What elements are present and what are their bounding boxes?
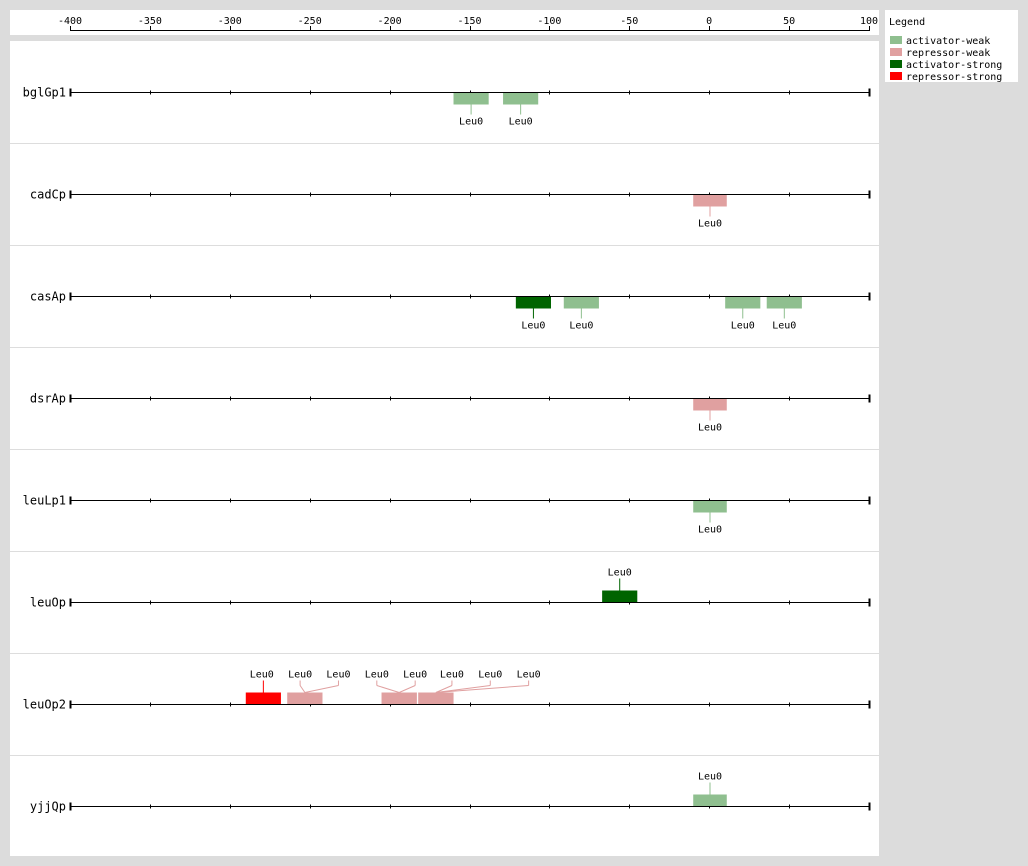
binding-site-label: Leu0 <box>509 117 533 128</box>
binding-site-label: Leu0 <box>478 670 502 681</box>
promoter-row: casAp Leu0 Leu0 Leu0 Leu0 <box>10 245 879 332</box>
ruler-tick-label: 100 <box>860 16 878 27</box>
binding-site-label: Leu0 <box>403 670 427 681</box>
ruler-tick-label: -100 <box>537 16 561 27</box>
binding-site-label: Leu0 <box>288 670 312 681</box>
promoter-row: dsrAp Leu0 <box>10 347 879 434</box>
site-leader-line <box>299 685 306 693</box>
binding-site-label: Leu0 <box>250 670 274 681</box>
binding-site-label: Leu0 <box>772 321 796 332</box>
binding-site-label: Leu0 <box>698 525 722 536</box>
ruler-tick-label: 50 <box>783 16 795 27</box>
legend-swatch <box>890 72 902 80</box>
promoter-row: leuOp Leu0 <box>10 551 879 610</box>
binding-site-box <box>766 297 802 309</box>
promoter-name: casAp <box>30 290 66 304</box>
legend-title: Legend <box>889 17 925 28</box>
legend: Legend activator-weak repressor-weak activ… <box>885 10 1018 83</box>
binding-site-box <box>381 692 417 704</box>
binding-site-box <box>418 692 454 704</box>
ruler-tick-label: 0 <box>706 16 712 27</box>
legend-items: Legend activator-weakrepressor-weakactiv… <box>889 17 1002 83</box>
binding-site-label: Leu0 <box>731 321 755 332</box>
legend-swatch <box>890 36 902 44</box>
promoter-name: cadCp <box>30 188 66 202</box>
promoter-name: leuOp <box>30 596 66 610</box>
legend-swatch <box>890 60 902 68</box>
binding-site-label: Leu0 <box>698 772 722 783</box>
ruler-panel: -400 -350 -300 -250 -200 -150 -100 -50 0 50 100 <box>10 10 879 35</box>
legend-label: repressor-weak <box>906 48 990 59</box>
legend-label: activator-strong <box>906 60 1002 71</box>
binding-site-box <box>693 195 727 207</box>
promoter-name: yjjQp <box>30 800 66 814</box>
binding-site-label: Leu0 <box>521 321 545 332</box>
binding-site-box <box>602 590 638 602</box>
binding-site-box <box>725 297 761 309</box>
promoter-name: dsrAp <box>30 392 66 406</box>
promoter-row: yjjQp Leu0 <box>10 755 879 814</box>
binding-site-box <box>693 399 727 411</box>
legend-label: repressor-strong <box>906 72 1002 82</box>
binding-site-label: Leu0 <box>569 321 593 332</box>
ruler-tick-label: -250 <box>298 16 322 27</box>
position-ruler: -400 -350 -300 -250 -200 -150 -100 -50 0 50 100 <box>58 16 878 31</box>
binding-site-box <box>693 794 727 806</box>
promoter-name: leuLp1 <box>23 494 66 508</box>
binding-site-label: Leu0 <box>698 219 722 230</box>
binding-site-label: Leu0 <box>698 423 722 434</box>
binding-site-box <box>245 692 281 704</box>
promoter-tracks-panel: bglGp1 Leu0 Leu0 cadCp Leu0 casAp Leu0 Leu0 Leu0… <box>10 41 879 856</box>
promoter-row: leuLp1 Leu0 <box>10 449 879 536</box>
legend-label: activator-weak <box>906 36 990 47</box>
site-leader-line <box>398 685 416 693</box>
promoter-name: leuOp2 <box>23 698 66 712</box>
ruler-tick-label: -200 <box>378 16 402 27</box>
promoter-row: leuOp2 Leu0 Leu0 Leu0 Leu0 Leu0 Leu0 Leu0 Leu0 <box>10 653 879 712</box>
binding-site-label: Leu0 <box>517 670 541 681</box>
promoter-row: cadCp Leu0 <box>10 143 879 230</box>
site-leader-line <box>376 685 400 693</box>
binding-site-box <box>453 93 489 105</box>
binding-site-label: Leu0 <box>440 670 464 681</box>
site-leader-line <box>304 685 339 693</box>
binding-site-box <box>287 692 323 704</box>
promoter-tracks: bglGp1 Leu0 Leu0 cadCp Leu0 casAp Leu0 Leu0 Leu0… <box>10 86 879 814</box>
ruler-tick-label: -300 <box>218 16 242 27</box>
ruler-tick-label: -50 <box>620 16 638 27</box>
binding-site-label: Leu0 <box>365 670 389 681</box>
binding-site-label: Leu0 <box>326 670 350 681</box>
ruler-tick-label: -350 <box>138 16 162 27</box>
binding-site-box <box>515 297 551 309</box>
binding-site-label: Leu0 <box>608 568 632 579</box>
binding-site-label: Leu0 <box>459 117 483 128</box>
promoter-name: bglGp1 <box>23 86 66 100</box>
ruler-tick-label: -400 <box>58 16 82 27</box>
binding-site-box <box>693 501 727 513</box>
legend-swatch <box>890 48 902 56</box>
ruler-tick-label: -150 <box>457 16 481 27</box>
binding-site-box <box>563 297 599 309</box>
promoter-row: bglGp1 Leu0 Leu0 <box>23 86 871 128</box>
binding-site-box <box>503 93 539 105</box>
